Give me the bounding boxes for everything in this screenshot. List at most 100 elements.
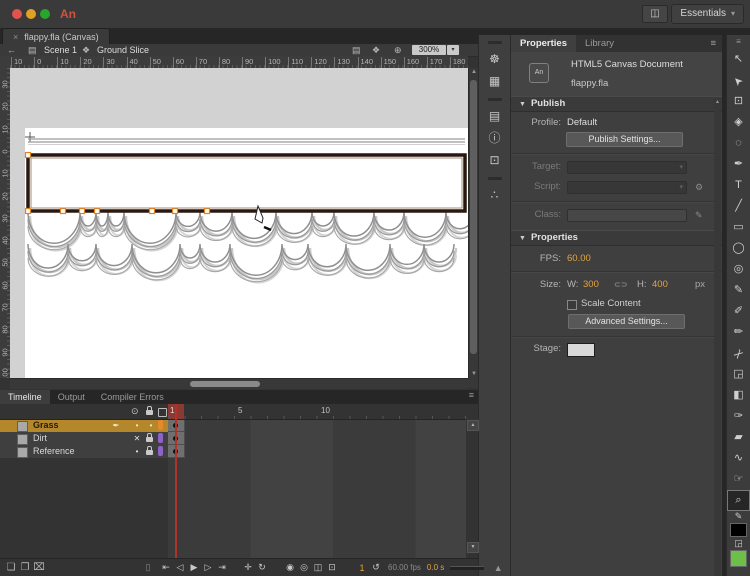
layer-outline-color-swatch[interactable] — [158, 433, 163, 443]
new-folder-button[interactable]: ❐ — [18, 562, 32, 573]
timeline-panel-menu-icon[interactable]: ≡ — [469, 390, 474, 400]
outline-all-layers-icon[interactable] — [158, 408, 167, 417]
rectangle-tool[interactable]: ▭ — [727, 217, 750, 238]
collapse-triangle-icon[interactable]: ▼ — [519, 101, 526, 108]
step-forward-button[interactable]: ▷ — [202, 562, 214, 573]
tab-properties[interactable]: Properties — [511, 35, 576, 52]
target-dropdown[interactable]: ▾ — [567, 161, 687, 174]
selection-handle[interactable] — [203, 207, 211, 215]
selection-handle[interactable] — [171, 207, 179, 215]
selection-handle[interactable] — [78, 207, 86, 215]
new-layer-button[interactable]: ❏ — [4, 562, 18, 573]
pen-tool[interactable]: ✒ — [727, 154, 750, 175]
lock-all-layers-icon[interactable] — [146, 406, 153, 415]
text-tool[interactable]: T — [727, 175, 750, 196]
publish-section-header[interactable]: ▼ Publish — [511, 96, 722, 112]
edit-multiple-frames-button[interactable]: ◫ — [312, 562, 324, 573]
script-settings-icon[interactable]: ⚙ — [695, 180, 703, 194]
last-frame-button[interactable]: ⇥ — [216, 562, 228, 573]
layer-outline-color-swatch[interactable] — [158, 446, 163, 456]
playhead-line[interactable] — [175, 404, 177, 558]
properties-section-header[interactable]: ▼ Properties — [511, 230, 722, 246]
layer-outline-color-swatch[interactable] — [158, 420, 163, 430]
close-window-button[interactable] — [12, 9, 22, 19]
color-panel-icon[interactable]: ☸ — [479, 48, 510, 70]
timeline-zoom-slider[interactable] — [450, 565, 485, 570]
horizontal-scroll-thumb[interactable] — [190, 381, 260, 387]
layer-visibility-toggle[interactable]: ✕ — [131, 432, 143, 445]
width-tool[interactable]: ∿ — [727, 448, 750, 469]
gradient-transform-tool[interactable]: ◈ — [727, 112, 750, 133]
layer-visibility-toggle[interactable]: • — [131, 419, 143, 432]
center-frame-marker-icon[interactable]: ▯ — [142, 562, 154, 573]
fps-value[interactable]: 60.00 — [567, 252, 591, 266]
publish-settings-button[interactable]: Publish Settings... — [566, 132, 683, 147]
loop-icon[interactable]: ↺ — [370, 562, 382, 573]
layer-row-dirt[interactable]: Dirt ✕ — [0, 432, 466, 446]
eraser-tool[interactable]: ▰ — [727, 427, 750, 448]
layer-lock-toggle[interactable]: • — [145, 419, 157, 432]
bone-tool[interactable]: χ — [727, 343, 750, 364]
advanced-settings-button[interactable]: Advanced Settings... — [568, 314, 685, 329]
close-tab-icon[interactable]: × — [13, 32, 18, 42]
oval-tool[interactable]: ◯ — [727, 238, 750, 259]
onion-skin-button[interactable]: ◉ — [284, 562, 296, 573]
show-hide-all-layers-icon[interactable]: ⊙ — [131, 406, 139, 417]
onion-skin-outlines-button[interactable]: ◎ — [298, 562, 310, 573]
hand-tool[interactable]: ☞ — [727, 469, 750, 490]
timeline-zoom-icon[interactable]: ▲ — [492, 563, 504, 573]
script-dropdown[interactable]: ▾ — [567, 181, 687, 194]
tab-output[interactable]: Output — [50, 390, 93, 404]
edit-class-icon[interactable]: ✎ — [695, 208, 703, 222]
pencil-tool[interactable]: ✎ — [727, 280, 750, 301]
align-panel-icon[interactable]: ▤ — [479, 105, 510, 127]
workspace-menu-button[interactable]: Essentials ▾ — [671, 4, 744, 24]
first-frame-button[interactable]: ⇤ — [160, 562, 172, 573]
insert-marker-button[interactable]: ✛ — [242, 562, 254, 573]
info-panel-icon[interactable]: ⓘ — [479, 127, 510, 149]
edit-scene-icon[interactable]: ▤ — [352, 44, 361, 56]
center-frame-icon[interactable]: ⊕ — [394, 44, 402, 56]
oval-primitive-tool[interactable]: ◎ — [727, 259, 750, 280]
subselection-tool[interactable]: ➤ — [727, 70, 750, 91]
stage-viewport[interactable] — [10, 68, 468, 378]
width-value[interactable]: 300 — [583, 278, 599, 292]
stage-zoom-dropdown-icon[interactable]: ▾ — [447, 45, 459, 55]
play-button[interactable]: ▶ — [188, 562, 200, 573]
paint-brush-tool[interactable]: ✏ — [727, 322, 750, 343]
scene-breadcrumb[interactable]: Scene 1 — [44, 44, 77, 56]
stage-zoom-input[interactable]: 300% — [412, 45, 446, 55]
edit-symbols-icon[interactable]: ❖ — [372, 44, 380, 56]
selection-handle[interactable] — [93, 207, 101, 215]
selection-handle[interactable] — [24, 151, 32, 159]
back-arrow-icon[interactable]: ← — [7, 44, 16, 56]
tab-compiler-errors[interactable]: Compiler Errors — [93, 390, 172, 404]
timeline-scroll-down-icon[interactable]: ▼ — [467, 542, 479, 553]
properties-panel-menu-icon[interactable]: ≡ — [710, 35, 716, 52]
document-tab[interactable]: × flappy.fla (Canvas) — [2, 28, 110, 45]
stage-horizontal-scrollbar[interactable] — [10, 378, 468, 389]
selection-handle[interactable] — [59, 207, 67, 215]
brush-tool[interactable]: ✐ — [727, 301, 750, 322]
frame-number-ruler[interactable]: 1 5 10 — [168, 404, 466, 419]
fill-color-swatch[interactable] — [730, 550, 747, 567]
workspace-switcher-icon[interactable]: ◫ — [642, 5, 668, 23]
layer-visibility-toggle[interactable]: • — [131, 445, 143, 458]
timeline-scroll-up-icon[interactable]: ▲ — [467, 420, 479, 431]
lasso-tool[interactable]: ◌ — [727, 133, 750, 154]
zoom-window-button[interactable] — [40, 9, 50, 19]
history-panel-icon[interactable]: ∴ — [479, 184, 510, 206]
paint-bucket-tool[interactable]: ◲ — [727, 364, 750, 385]
layer-row-reference[interactable]: Reference • — [0, 445, 466, 459]
line-tool[interactable]: ╱ — [727, 196, 750, 217]
step-back-button[interactable]: ◁ — [174, 562, 186, 573]
tab-library[interactable]: Library — [576, 35, 623, 52]
selection-handle[interactable] — [148, 207, 156, 215]
modify-markers-button[interactable]: ⊡ — [326, 562, 338, 573]
link-dimensions-icon[interactable]: ⊂⊃ — [614, 278, 627, 292]
ink-bottle-tool[interactable]: ◧ — [727, 385, 750, 406]
vertical-scroll-thumb[interactable] — [470, 80, 477, 354]
collapse-triangle-icon[interactable]: ▼ — [519, 235, 526, 242]
scroll-up-icon[interactable]: ▲ — [714, 99, 721, 105]
symbol-breadcrumb[interactable]: Ground Slice — [97, 44, 149, 56]
